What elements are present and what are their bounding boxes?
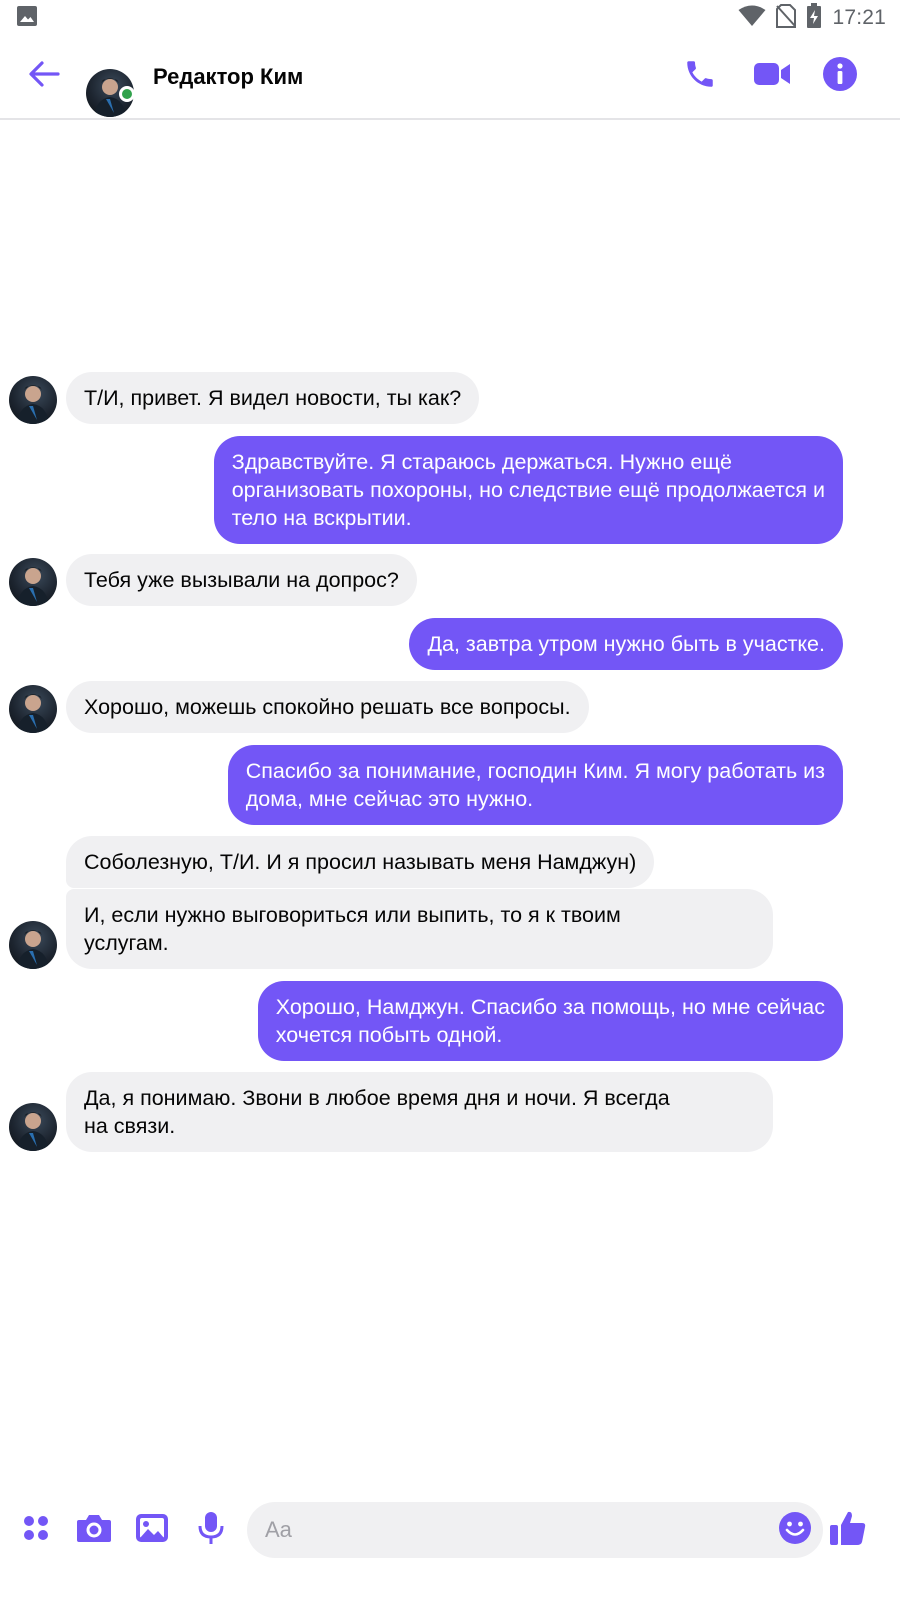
status-icons: 17:21 xyxy=(738,2,886,34)
message-line: Тебя уже вызывали на допрос? xyxy=(84,568,399,592)
message-line: организовать похороны, но следствие ещё … xyxy=(231,478,825,502)
incoming-message[interactable]: Соболезную, Т/И. И я просил называть мен… xyxy=(66,836,655,888)
voice-call-button[interactable] xyxy=(678,54,722,98)
voice-message-button[interactable] xyxy=(187,1506,235,1554)
message-line: дома, мне сейчас это нужно. xyxy=(245,787,534,811)
wifi-icon xyxy=(738,5,766,32)
sender-avatar[interactable] xyxy=(9,921,57,969)
status-time: 17:21 xyxy=(832,6,886,29)
incoming-message[interactable]: Т/И, привет. Я видел новости, ты как? xyxy=(66,372,480,424)
info-icon xyxy=(822,56,858,97)
gallery-button[interactable] xyxy=(128,1506,176,1554)
gallery-icon xyxy=(16,5,38,32)
sender-avatar[interactable] xyxy=(9,1103,57,1151)
message-line: на связи. xyxy=(84,1114,176,1138)
message-input-container[interactable] xyxy=(247,1502,823,1558)
message-line: услугам. xyxy=(84,931,169,955)
emoji-button[interactable] xyxy=(773,1508,817,1552)
back-arrow-icon xyxy=(28,58,60,95)
incoming-message[interactable]: Хорошо, можешь спокойно решать все вопро… xyxy=(66,681,589,733)
message-input[interactable] xyxy=(265,1502,755,1558)
message-line: Соболезную, Т/И. И я просил называть мен… xyxy=(84,850,637,874)
sender-avatar[interactable] xyxy=(9,685,57,733)
camera-icon xyxy=(76,1512,112,1549)
battery-charging-icon xyxy=(806,2,822,34)
sender-avatar[interactable] xyxy=(9,558,57,606)
video-call-button[interactable] xyxy=(750,54,794,98)
like-button[interactable] xyxy=(824,1506,872,1554)
message-line: Да, завтра утром нужно быть в участке. xyxy=(427,632,825,656)
message-line: Здравствуйте. Я стараюсь держаться. Нужн… xyxy=(231,450,732,474)
message-composer xyxy=(0,1494,900,1566)
outgoing-message[interactable]: Хорошо, Намджун. Спасибо за помощь, но м… xyxy=(257,981,843,1061)
message-line: Т/И, привет. Я видел новости, ты как? xyxy=(84,386,462,410)
sender-avatar[interactable] xyxy=(9,376,57,424)
thumbs-up-icon xyxy=(829,1509,867,1552)
emoji-icon xyxy=(778,1511,812,1550)
message-line: И, если нужно выговориться или выпить, т… xyxy=(84,903,621,927)
outgoing-message[interactable]: Здравствуйте. Я стараюсь держаться. Нужн… xyxy=(213,436,843,544)
message-line: Хорошо, можешь спокойно решать все вопро… xyxy=(84,695,571,719)
outgoing-message[interactable]: Спасибо за понимание, господин Ким. Я мо… xyxy=(227,745,843,825)
message-line: тело на вскрытии. xyxy=(231,506,412,530)
outgoing-message[interactable]: Да, завтра утром нужно быть в участке. xyxy=(409,618,843,670)
message-line: Спасибо за понимание, господин Ким. Я мо… xyxy=(245,759,825,783)
contact-name[interactable]: Редактор Ким xyxy=(153,64,303,90)
back-button[interactable] xyxy=(24,56,64,96)
no-sim-icon xyxy=(776,3,797,33)
camera-button[interactable] xyxy=(70,1506,118,1554)
phone-icon xyxy=(683,57,717,96)
microphone-icon xyxy=(198,1511,224,1550)
incoming-message[interactable]: Да, я понимаю. Звони в любое время дня и… xyxy=(66,1072,773,1152)
conversation-info-button[interactable] xyxy=(818,54,862,98)
incoming-message[interactable]: И, если нужно выговориться или выпить, т… xyxy=(66,889,773,969)
more-actions-button[interactable] xyxy=(12,1506,60,1554)
incoming-message[interactable]: Тебя уже вызывали на допрос? xyxy=(66,554,417,606)
message-line: хочется побыть одной. xyxy=(275,1023,503,1047)
status-bar: 17:21 xyxy=(0,0,900,36)
image-icon xyxy=(135,1512,169,1549)
video-camera-icon xyxy=(753,59,791,94)
message-line: Да, я понимаю. Звони в любое время дня и… xyxy=(84,1086,670,1110)
apps-icon xyxy=(21,1513,51,1548)
online-status-dot xyxy=(119,86,135,102)
chat-header: Редактор Ким xyxy=(0,36,900,120)
message-line: Хорошо, Намджун. Спасибо за помощь, но м… xyxy=(275,995,825,1019)
